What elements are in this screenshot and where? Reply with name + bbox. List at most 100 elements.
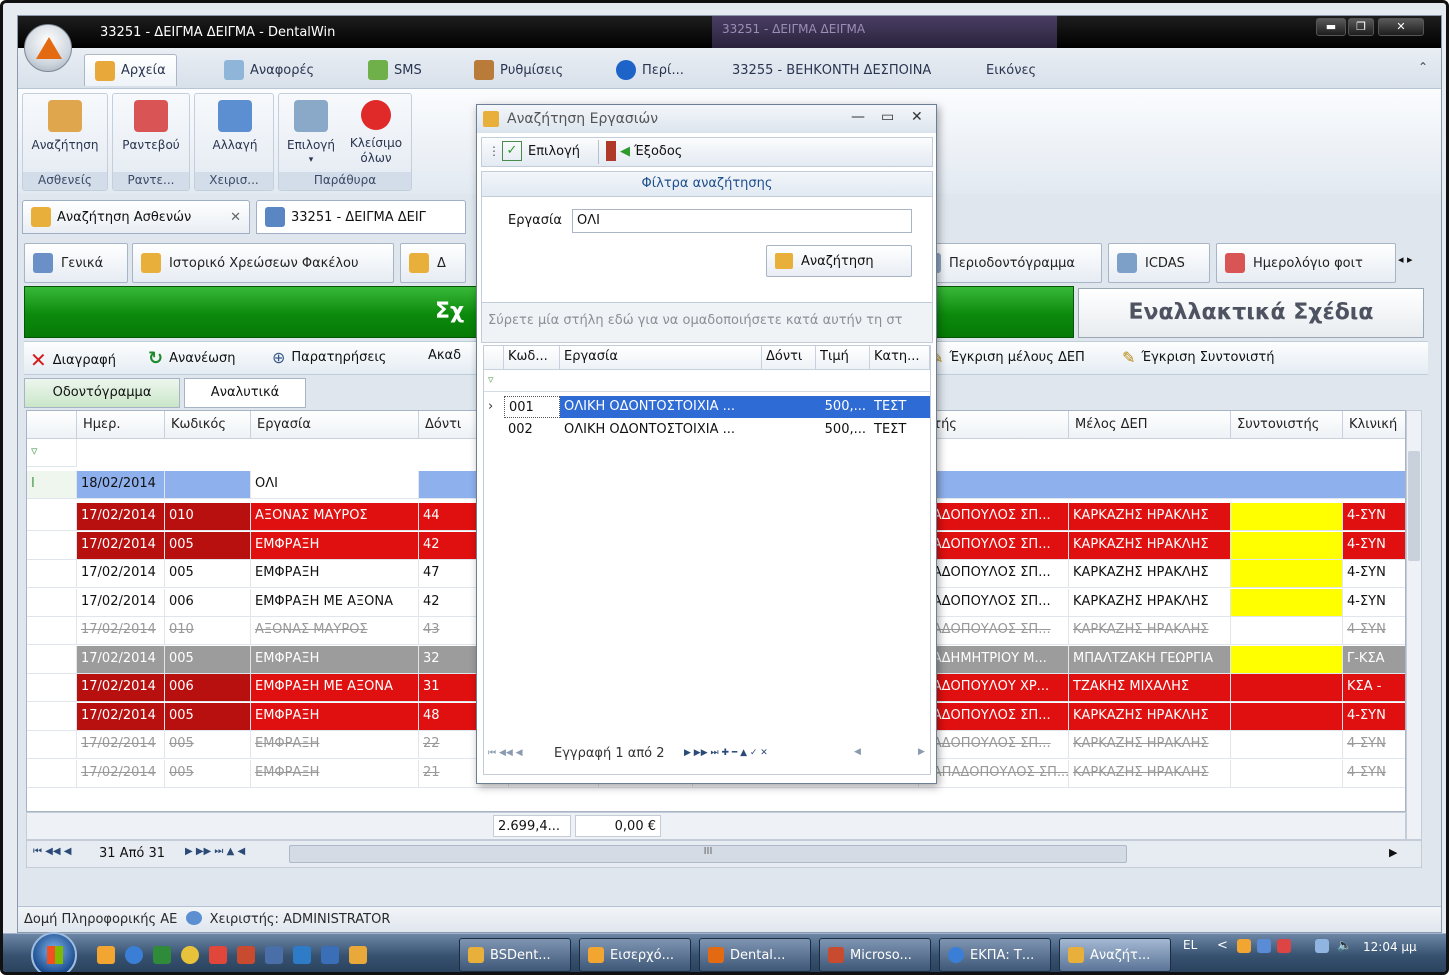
cell-member[interactable]: ΚΑΡΚΑΖΗΣ ΗΡΑΚΛΗΣ [1069,702,1231,731]
cell-task[interactable]: ΕΜΦΡΑΞΗ ΜΕ ΑΞΟΝΑ [251,674,419,702]
tab-student-calendar[interactable]: Ημερολόγιο φοιτ [1216,243,1396,283]
cell-student[interactable]: ΠΑΔΟΠΟΥΛΟΣ ΣΠ... [919,702,1069,731]
cell-student[interactable]: ΠΑΔΟΠΟΥΛΟΣ ΣΠ... [919,503,1069,531]
cell-clinic[interactable]: 4-ΣΥΝ [1343,531,1405,560]
office-quicklaunch-icon[interactable] [237,946,255,964]
dnav-first-prev-icons[interactable]: ⏮ ◀◀ ◀ [488,748,523,758]
tab-hidden[interactable]: Δ [400,243,466,283]
cell-member[interactable]: ΜΠΑΛΤΖΑΚΗ ΓΕΩΡΓΙΑ [1069,645,1231,674]
cell-task[interactable]: ΟΛΙ [251,471,419,499]
cell-coord[interactable] [1231,531,1343,560]
academic-button[interactable]: Ακαδ [428,348,461,363]
tab-charge-history[interactable]: Ιστορικό Χρεώσεων Φακέλου [132,243,394,283]
cell-member[interactable]: ΤΖΑΚΗΣ ΜΙΧΑΛΗΣ [1069,674,1231,702]
cell-task[interactable]: ΕΜΦΡΑΞΗ ΜΕ ΑΞΟΝΑ [251,588,419,617]
app-quicklaunch-icon[interactable] [209,946,227,964]
ribbon-close-all-button[interactable]: Κλείσιμο όλων [343,100,409,166]
dcell-tooth[interactable] [762,419,816,441]
cell-member[interactable]: ΚΑΡΚΑΖΗΣ ΗΡΑΚΛΗΣ [1069,588,1231,617]
dcell-price[interactable]: 500,... [816,419,870,441]
row-selector[interactable] [27,731,77,759]
dcol-price[interactable]: Τιμή [816,346,870,370]
ribbon-search-button[interactable]: Αναζήτηση [27,100,103,153]
cell-member[interactable]: ΚΑΡΚΑΖΗΣ ΗΡΑΚΛΗΣ [1069,503,1231,531]
ribbon-window-select-button[interactable]: Επιλογή ▾ [281,100,341,168]
refresh-button[interactable]: ↻ Ανανέωση [148,348,235,369]
cell-student[interactable]: ΠΑΔΟΠΟΥΛΟΣ ΣΠ... [919,560,1069,588]
tray-monitor-icon[interactable] [1315,939,1329,953]
row-selector[interactable] [27,617,77,645]
cell-date[interactable]: 17/02/2014 [77,531,165,560]
cell-date[interactable]: 17/02/2014 [77,617,165,645]
dialog-list-item[interactable]: 002 ΟΛΙΚΗ ΟΔΟΝΤΟΣΤΟΙΧΙΑ ... 500,... ΤΕΣΤ [484,419,932,441]
cell-date[interactable]: 17/02/2014 [77,588,165,617]
dcell-price[interactable]: 500,... [816,396,870,418]
collapse-ribbon-icon[interactable]: ⌃ [1418,60,1428,74]
cell-coord[interactable] [1231,674,1343,702]
cell-code[interactable]: 005 [165,702,251,731]
cell-date[interactable]: 17/02/2014 [77,674,165,702]
cell-code[interactable]: 006 [165,674,251,702]
cell-code[interactable]: 006 [165,588,251,617]
cell-date[interactable]: 17/02/2014 [77,560,165,588]
cell-student[interactable]: ΠΑΠΑΔΟΠΟΥΛΟΣ ΣΠ... [919,759,1069,788]
notes-button[interactable]: ⊕ Παρατηρήσεις [272,348,386,367]
approve-coordinator-button[interactable]: ✎ Έγκριση Συντονιστή [1122,348,1274,367]
cell-member[interactable]: ΚΑΡΚΑΖΗΣ ΗΡΑΚΛΗΣ [1069,531,1231,560]
cell-clinic[interactable]: 4-ΣΥΝ [1343,503,1405,531]
alternative-plans-button[interactable]: Εναλλακτικά Σχέδια [1078,288,1424,338]
cell-date[interactable]: 17/02/2014 [77,645,165,674]
cell-clinic[interactable]: 4-ΣΥΝ [1343,560,1405,588]
remote-quicklaunch-icon[interactable] [293,946,311,964]
minimize-button[interactable]: ▬ [1316,18,1346,36]
taskbar-item-dentalwin[interactable]: Dental... [699,938,811,972]
dcell-code[interactable]: 001 [504,396,560,418]
tray-network-icon[interactable] [1257,939,1271,953]
dialog-list-item[interactable]: › 001 ΟΛΙΚΗ ΟΔΟΝΤΟΣΤΟΙΧΙΑ ... 500,... ΤΕΣΤ [484,396,932,418]
ie-quicklaunch-icon[interactable] [125,946,143,964]
cell-clinic[interactable]: 4-ΣΥΝ [1343,759,1405,788]
dcell-cat[interactable]: ΤΕΣΤ [870,396,930,418]
row-selector[interactable] [27,674,77,702]
dcol-tooth[interactable]: Δόντι [762,346,816,370]
cell-clinic[interactable]: 4-ΣΥΝ [1343,702,1405,731]
cell-task[interactable]: ΕΜΦΡΑΞΗ [251,759,419,788]
outlook-quicklaunch-icon[interactable] [97,946,115,964]
tray-outlook-icon[interactable] [1237,939,1251,953]
cell-student[interactable]: ΠΑΔΟΠΟΥΛΟΣ ΣΠ... [919,731,1069,759]
col-code[interactable]: Κωδικός [165,411,251,439]
dcol-task[interactable]: Εργασία [560,346,762,370]
media-quicklaunch-icon[interactable] [321,946,339,964]
taskbar-item-bsdent[interactable]: BSDent... [459,938,571,972]
cell-task[interactable]: ΕΜΦΡΑΞΗ [251,645,419,674]
fax-quicklaunch-icon[interactable] [265,946,283,964]
cell-code[interactable]: 005 [165,560,251,588]
col-member[interactable]: Μέλος ΔΕΠ [1069,411,1231,439]
dialog-maximize-button[interactable]: ▭ [881,109,894,125]
cell-member[interactable]: ΚΑΡΚΑΖΗΣ ΗΡΑΚΛΗΣ [1069,759,1231,788]
dcell-tooth[interactable] [762,396,816,418]
cell-date[interactable]: 17/02/2014 [77,503,165,531]
tab-reports[interactable]: Αναφορές [214,54,324,86]
cell-clinic[interactable]: Γ-ΚΣΑ [1343,645,1405,674]
cell-coord[interactable] [1231,645,1343,674]
cell-student[interactable]: ΠΑΔΟΠΟΥΛΟΥ ΧΡ... [919,674,1069,702]
cell-student[interactable]: ΠΑΔΗΜΗΤΡΙΟΥ Μ... [919,645,1069,674]
taskbar-item-search[interactable]: Αναζήτ... [1059,938,1171,972]
dcol-category[interactable]: Κατη... [870,346,930,370]
cell-code[interactable]: 010 [165,617,251,645]
cell-code[interactable] [165,471,251,499]
chrome-quicklaunch-icon[interactable] [181,946,199,964]
tabs-scroll-arrows[interactable]: ◂ ▸ [1398,253,1413,266]
volume-icon[interactable]: 🔈 [1337,938,1352,952]
tab-patient[interactable]: 33255 - ΒΕΗΚΟΝΤΗ ΔΕΣΠΟΙΝΑ [722,54,941,86]
search-button[interactable]: Αναζήτηση [766,245,912,277]
cell-clinic[interactable]: 4-ΣΥΝ [1343,731,1405,759]
cell-task[interactable]: ΑΞΟΝΑΣ ΜΑΥΡΟΣ [251,503,419,531]
scroll-right-icon[interactable]: ▶ [1389,846,1397,859]
filter-icon[interactable]: ▿ [27,439,77,467]
clock[interactable]: 12:04 μμ [1363,940,1417,954]
cell-student[interactable]: ΠΑΔΟΠΟΥΛΟΣ ΣΠ... [919,617,1069,645]
tab-icdas[interactable]: ICDAS [1108,243,1210,283]
nav-next-last-icons[interactable]: ▶ ▶▶ ⏭ ▲ ◀ [185,846,245,857]
